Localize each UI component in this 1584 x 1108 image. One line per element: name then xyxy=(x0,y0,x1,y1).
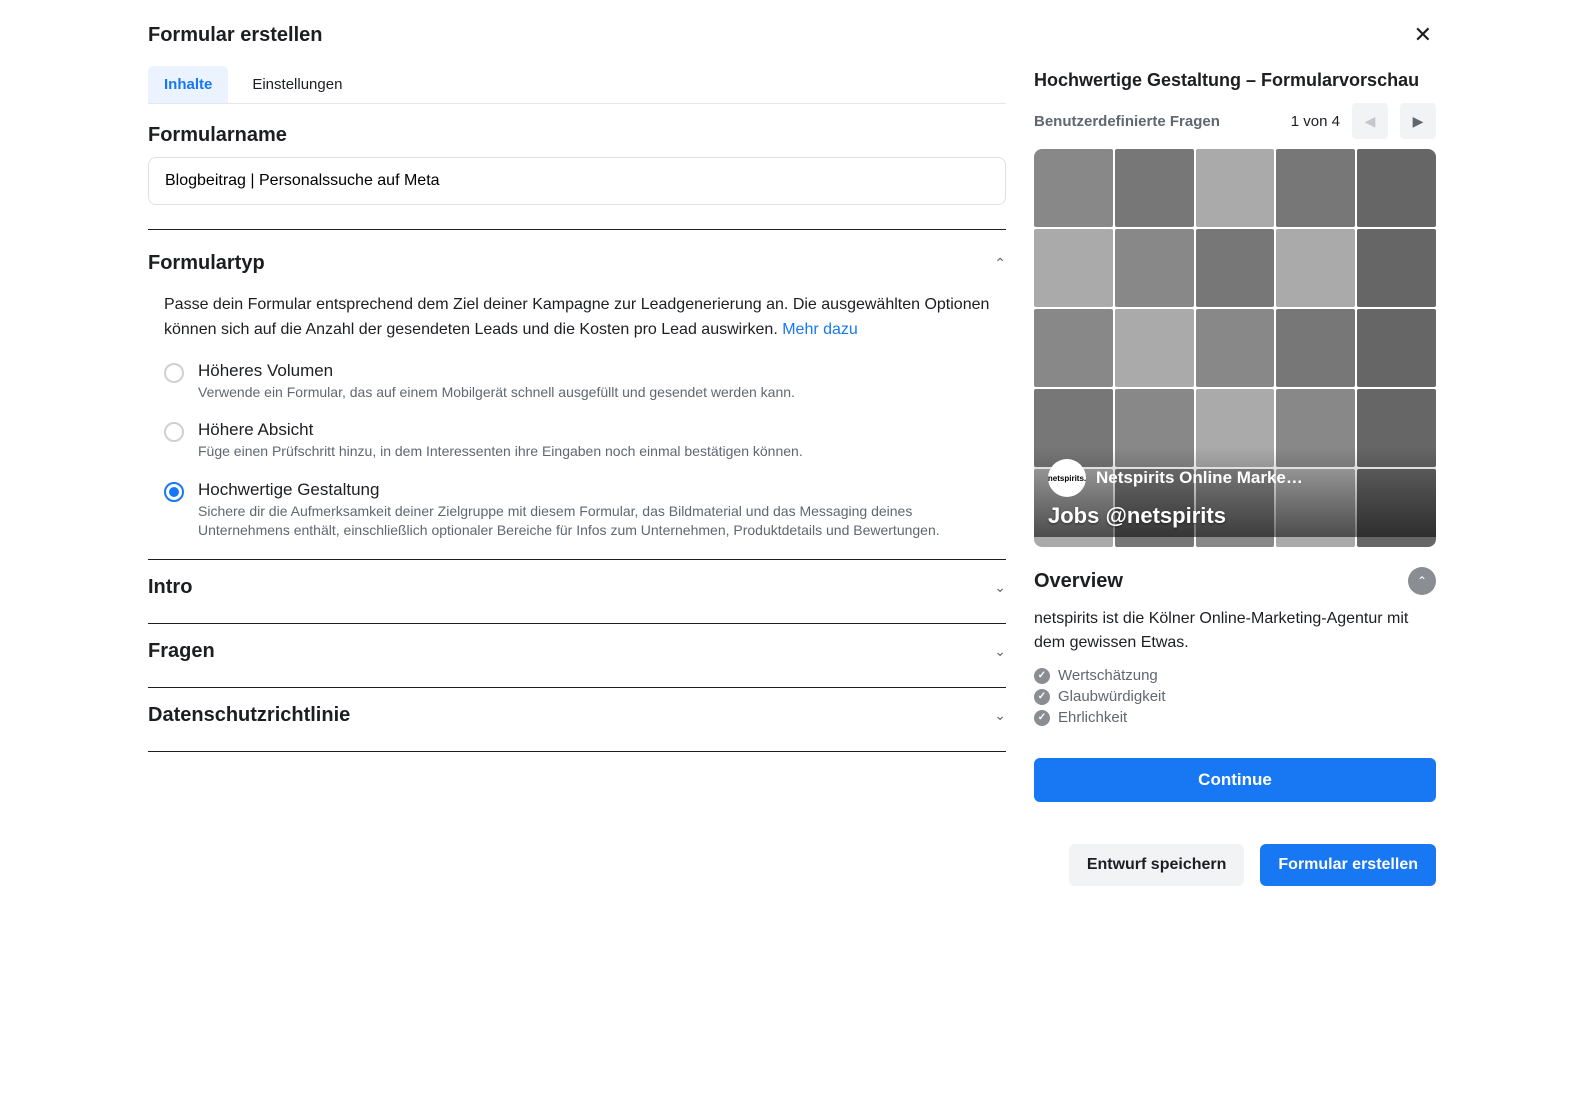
chevron-down-icon: ⌄ xyxy=(994,707,1006,724)
divider xyxy=(148,687,1006,688)
modal-title: Formular erstellen xyxy=(148,24,323,47)
formulartyp-heading: Formulartyp xyxy=(148,252,265,275)
learn-more-link[interactable]: Mehr dazu xyxy=(782,321,858,338)
divider xyxy=(148,751,1006,752)
check-icon: ✓ xyxy=(1034,710,1050,726)
close-icon[interactable]: ✕ xyxy=(1410,20,1436,50)
radio-sub: Füge einen Prüfschritt hinzu, in dem Int… xyxy=(198,442,803,462)
brand-name: Netspirits Online Marke… xyxy=(1096,468,1303,488)
overview-bullet: ✓Ehrlichkeit xyxy=(1034,709,1436,726)
radio-sub: Sichere dir die Aufmerksamkeit deiner Zi… xyxy=(198,502,990,541)
radio-icon xyxy=(164,482,184,502)
overview-heading: Overview xyxy=(1034,570,1123,593)
chevron-down-icon: ⌄ xyxy=(994,643,1006,660)
continue-button[interactable]: Continue xyxy=(1034,758,1436,802)
divider xyxy=(148,623,1006,624)
tab-bar: Inhalte Einstellungen xyxy=(148,66,1006,104)
divider xyxy=(148,559,1006,560)
brand-subtitle: Jobs @netspirits xyxy=(1048,503,1422,529)
radio-hochwertige-gestaltung[interactable]: Hochwertige Gestaltung Sichere dir die A… xyxy=(164,480,990,541)
chevron-down-icon: ⌄ xyxy=(994,579,1006,596)
pager-prev-button[interactable]: ◀ xyxy=(1352,103,1388,139)
intro-heading: Intro xyxy=(148,576,192,599)
preview-title: Hochwertige Gestaltung – Formularvorscha… xyxy=(1034,70,1419,91)
tab-inhalte[interactable]: Inhalte xyxy=(148,66,228,103)
overview-text: netspirits ist die Kölner Online-Marketi… xyxy=(1034,607,1436,655)
datenschutz-section-header[interactable]: Datenschutzrichtlinie ⌄ xyxy=(148,698,1006,733)
preview-step-count: 1 von 4 xyxy=(1291,113,1340,130)
radio-hoehere-absicht[interactable]: Höhere Absicht Füge einen Prüfschritt hi… xyxy=(164,420,990,462)
fragen-section-header[interactable]: Fragen ⌄ xyxy=(148,634,1006,669)
radio-sub: Verwende ein Formular, das auf einem Mob… xyxy=(198,383,795,403)
radio-icon xyxy=(164,422,184,442)
radio-title: Höheres Volumen xyxy=(198,361,795,381)
radio-hoeheres-volumen[interactable]: Höheres Volumen Verwende ein Formular, d… xyxy=(164,361,990,403)
form-name-label: Formularname xyxy=(148,124,1006,147)
create-form-button[interactable]: Formular erstellen xyxy=(1260,844,1436,886)
tab-einstellungen[interactable]: Einstellungen xyxy=(236,66,358,103)
formulartyp-section-header[interactable]: Formulartyp ⌃ xyxy=(148,246,1006,281)
chevron-up-icon: ⌃ xyxy=(994,255,1006,272)
radio-title: Hochwertige Gestaltung xyxy=(198,480,990,500)
save-draft-button[interactable]: Entwurf speichern xyxy=(1069,844,1245,886)
check-icon: ✓ xyxy=(1034,668,1050,684)
brand-logo: netspirits. xyxy=(1048,459,1086,497)
form-name-input[interactable] xyxy=(148,157,1006,205)
intro-section-header[interactable]: Intro ⌄ xyxy=(148,570,1006,605)
radio-title: Höhere Absicht xyxy=(198,420,803,440)
overview-bullet: ✓Wertschätzung xyxy=(1034,667,1436,684)
preview-step-label: Benutzerdefinierte Fragen xyxy=(1034,113,1220,130)
preview-card: ✕ netspirits. Netspirits Online Marke… J… xyxy=(1034,149,1436,547)
datenschutz-heading: Datenschutzrichtlinie xyxy=(148,704,350,727)
fragen-heading: Fragen xyxy=(148,640,215,663)
check-icon: ✓ xyxy=(1034,689,1050,705)
formulartyp-description: Passe dein Formular entsprechend dem Zie… xyxy=(148,293,1006,343)
divider xyxy=(148,229,1006,230)
overview-collapse-icon[interactable]: ⌃ xyxy=(1408,567,1436,595)
overview-bullet: ✓Glaubwürdigkeit xyxy=(1034,688,1436,705)
pager-next-button[interactable]: ▶ xyxy=(1400,103,1436,139)
radio-icon xyxy=(164,363,184,383)
